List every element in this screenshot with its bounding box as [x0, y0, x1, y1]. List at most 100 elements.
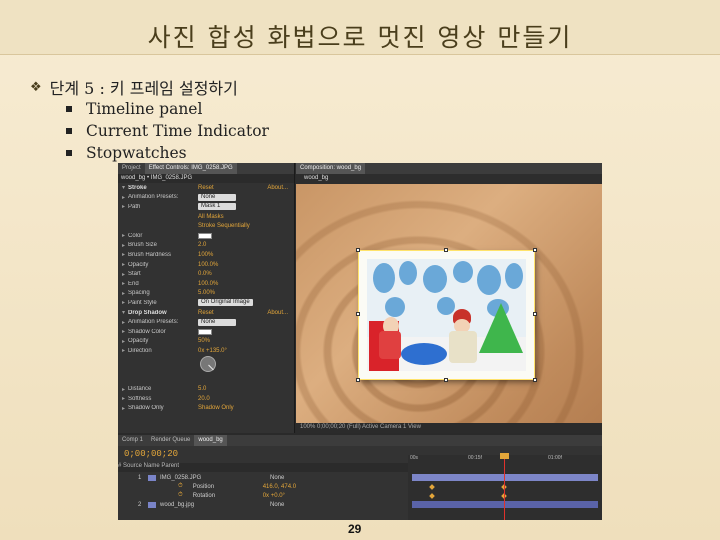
keyframe-icon[interactable]: [429, 484, 435, 490]
effect-property-row[interactable]: ▸ Path Mask 1: [118, 202, 294, 212]
effect-property-row[interactable]: ▸ Start 0.0%: [118, 269, 294, 279]
effect-property-row[interactable]: ▸ Color: [118, 231, 294, 241]
property-value[interactable]: 50%: [198, 338, 210, 344]
effect-property-row[interactable]: ▾ Drop Shadow Reset About...: [118, 308, 294, 318]
effect-property-row[interactable]: ▸ Opacity 50%: [118, 337, 294, 347]
effect-property-row[interactable]: ▸ Shadow Color: [118, 327, 294, 337]
tab-effect-controls[interactable]: Effect Controls: IMG_0258.JPG: [144, 163, 237, 174]
sub-bullet: Stopwatches: [66, 142, 269, 164]
tab-render-queue[interactable]: Render Queue: [147, 435, 194, 446]
layer-name[interactable]: wood_bg.jpg: [160, 502, 270, 508]
effect-property-row[interactable]: ▸ End 100.0%: [118, 279, 294, 289]
property-name: Paint Style: [128, 299, 157, 306]
property-value[interactable]: 0.0%: [198, 271, 212, 277]
property-dropdown[interactable]: On Original Image: [198, 299, 253, 307]
current-time-indicator-head[interactable]: [500, 453, 509, 459]
property-value[interactable]: 5.0: [198, 386, 206, 392]
effect-property-row[interactable]: ▸ Opacity 100.0%: [118, 260, 294, 270]
wall-hole: [399, 261, 417, 285]
property-value[interactable]: 0x +135.0°: [198, 348, 227, 354]
property-dropdown[interactable]: None: [198, 318, 236, 326]
property-value[interactable]: 100%: [198, 252, 213, 258]
child-body: [449, 331, 477, 363]
about-link[interactable]: About...: [267, 310, 288, 316]
effect-property-row[interactable]: [118, 375, 294, 385]
property-value[interactable]: Shadow Only: [198, 405, 234, 411]
parent-dropdown[interactable]: None: [270, 502, 284, 508]
property-value[interactable]: Reset: [198, 310, 214, 316]
property-value[interactable]: Reset: [198, 185, 214, 191]
effect-property-row[interactable]: All Masks: [118, 212, 294, 222]
transform-handle[interactable]: [444, 378, 448, 382]
property-value[interactable]: 5.00%: [198, 290, 215, 296]
transform-handle[interactable]: [356, 248, 360, 252]
effect-property-row[interactable]: ▸ Distance 5.0: [118, 384, 294, 394]
property-value[interactable]: 20.0: [198, 396, 210, 402]
slide-title: 사진 합성 화법으로 멋진 영상 만들기: [147, 23, 573, 52]
transform-handle[interactable]: [533, 312, 537, 316]
layer-bar[interactable]: [412, 474, 598, 481]
composition-footer[interactable]: 100% 0;00;00;20 (Full) Active Camera 1 V…: [296, 423, 602, 433]
effect-property-row[interactable]: ▸ Softness 20.0: [118, 394, 294, 404]
timeline-layers: 1 IMG_0258.JPG None ⏱ Position 416.0, 474.0 ⏱…: [118, 473, 408, 509]
sub-bullet: Timeline panel: [66, 98, 269, 120]
color-swatch[interactable]: [198, 232, 212, 239]
property-value[interactable]: 0x +0.0°: [263, 493, 285, 499]
effect-property-row[interactable]: ▸ Paint Style On Original Image: [118, 298, 294, 308]
property-value[interactable]: 2.0: [198, 242, 206, 248]
current-time-indicator[interactable]: [504, 455, 505, 520]
bullet-main-text: 단계 5 : 키 프레임 설정하기: [49, 79, 238, 98]
effect-property-row[interactable]: [118, 365, 294, 375]
effect-property-row[interactable]: ▸ Brush Size 2.0: [118, 241, 294, 251]
transform-handle[interactable]: [533, 248, 537, 252]
effect-property-row[interactable]: ▸ Spacing 5.00%: [118, 289, 294, 299]
photo-layer[interactable]: [356, 248, 537, 382]
layer-name[interactable]: IMG_0258.JPG: [160, 475, 270, 481]
property-name: Spacing: [128, 290, 150, 297]
layer-number: 2: [138, 501, 142, 508]
parent-dropdown[interactable]: None: [270, 475, 284, 481]
timeline-layer-row[interactable]: ⏱ Rotation 0x +0.0°: [118, 491, 408, 500]
property-dropdown[interactable]: Mask 1: [198, 203, 236, 211]
effect-property-row[interactable]: ▸ Direction 0x +135.0°: [118, 346, 294, 356]
wall-hole: [453, 261, 473, 283]
transform-handle[interactable]: [356, 312, 360, 316]
layer-bar[interactable]: [412, 501, 598, 508]
stopwatch-icon[interactable]: ⏱: [178, 492, 183, 499]
tab-comp-1[interactable]: Comp 1: [118, 435, 147, 446]
property-name: Brush Hardness: [128, 251, 172, 258]
stopwatch-icon[interactable]: ⏱: [178, 483, 183, 490]
tab-project[interactable]: Project: [118, 163, 145, 174]
effect-property-row[interactable]: ▸ Animation Presets: None: [118, 317, 294, 327]
wall-hole: [437, 297, 455, 315]
effect-property-row[interactable]: ▸ Animation Presets: None: [118, 193, 294, 203]
timeline-layer-row[interactable]: ⏱ Position 416.0, 474.0: [118, 482, 408, 491]
timeline-layer-row[interactable]: 2 wood_bg.jpg None: [118, 500, 408, 509]
effect-property-row[interactable]: ▸ Shadow Only Shadow Only: [118, 404, 294, 414]
tab-composition[interactable]: Composition: wood_bg: [296, 163, 366, 174]
layer-name[interactable]: Position: [193, 484, 263, 490]
timeline-layer-row[interactable]: 1 IMG_0258.JPG None: [118, 473, 408, 482]
about-link[interactable]: About...: [267, 185, 288, 191]
current-timecode[interactable]: 0;00;00;20: [124, 449, 178, 459]
timeline-track-area[interactable]: 00s 00:15f 01:00f: [408, 453, 602, 520]
composition-breadcrumb[interactable]: wood_bg: [296, 174, 602, 184]
property-value[interactable]: 416.0, 474.0: [263, 484, 296, 490]
property-value[interactable]: 100.0%: [198, 281, 218, 287]
property-value[interactable]: Stroke Sequentially: [198, 223, 250, 229]
transform-handle[interactable]: [533, 378, 537, 382]
property-dropdown[interactable]: None: [198, 193, 236, 201]
effect-property-row[interactable]: Stroke Sequentially: [118, 221, 294, 231]
layer-name[interactable]: Rotation: [193, 493, 263, 499]
effect-property-row[interactable]: ▾ Stroke Reset About...: [118, 183, 294, 193]
composition-viewer[interactable]: [296, 184, 602, 423]
tab-wood-bg[interactable]: wood_bg: [194, 435, 227, 446]
property-value[interactable]: All Masks: [198, 214, 224, 220]
transform-handle[interactable]: [356, 378, 360, 382]
wall-hole: [385, 297, 405, 317]
effect-property-row[interactable]: ▸ Brush Hardness 100%: [118, 250, 294, 260]
property-value[interactable]: 100.0%: [198, 262, 218, 268]
transform-handle[interactable]: [444, 248, 448, 252]
keyframe-icon[interactable]: [429, 493, 435, 499]
color-swatch[interactable]: [198, 328, 212, 335]
